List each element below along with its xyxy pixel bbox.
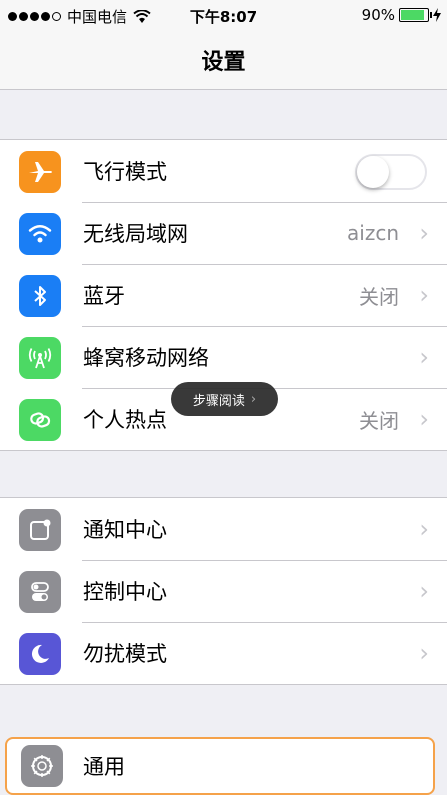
charging-bolt-icon <box>433 8 441 22</box>
navigation-bar: 设置 <box>0 30 447 90</box>
settings-row-label: 通用 <box>83 755 125 779</box>
battery-icon <box>399 8 432 22</box>
settings-row-cellular[interactable]: 蜂窝移动网络 › <box>0 326 447 388</box>
settings-row-do-not-disturb[interactable]: 勿扰模式 › <box>0 622 447 684</box>
settings-row-airplane-mode[interactable]: 飞行模式 <box>0 140 447 202</box>
chevron-right-icon: › <box>419 639 429 667</box>
notification-center-icon <box>19 509 61 551</box>
settings-row-label: 飞行模式 <box>83 160 167 184</box>
settings-row-notification-center[interactable]: 通知中心 › <box>0 498 447 560</box>
tooltip-text: 步骤阅读 <box>192 393 245 409</box>
settings-row-bluetooth[interactable]: 蓝牙 关闭 › <box>0 264 447 326</box>
status-bar: 中国电信 下午8:07 90% <box>0 0 447 30</box>
airplane-icon <box>19 151 61 193</box>
settings-row-label: 通知中心 <box>83 518 167 542</box>
status-right: 90% <box>362 6 441 24</box>
control-center-icon <box>19 571 61 613</box>
settings-row-label: 蜂窝移动网络 <box>83 346 209 370</box>
bluetooth-icon <box>19 275 61 317</box>
settings-row-label: 无线局域网 <box>83 222 188 246</box>
step-reading-tooltip[interactable]: 步骤阅读 › <box>171 382 278 416</box>
chevron-right-icon: › <box>419 577 429 605</box>
chevron-right-icon: › <box>419 219 429 247</box>
wifi-network-value: aizcn <box>347 221 399 245</box>
chevron-right-icon: › <box>419 343 429 371</box>
cellular-icon <box>19 337 61 379</box>
hotspot-icon <box>19 399 61 441</box>
hotspot-status-value: 关闭 <box>359 408 399 433</box>
settings-row-control-center[interactable]: 控制中心 › <box>0 560 447 622</box>
page-title: 设置 <box>201 49 246 75</box>
wifi-icon <box>19 213 61 255</box>
battery-percent: 90% <box>361 6 395 24</box>
moon-icon <box>19 633 61 675</box>
bluetooth-status-value: 关闭 <box>359 284 399 309</box>
settings-row-label: 个人热点 <box>83 408 167 432</box>
gear-icon <box>21 745 63 787</box>
settings-row-label: 蓝牙 <box>83 284 125 308</box>
settings-row-label: 勿扰模式 <box>83 642 167 666</box>
airplane-mode-toggle[interactable] <box>355 154 427 190</box>
chevron-right-icon: › <box>419 281 429 309</box>
chevron-right-icon: › <box>250 391 257 407</box>
settings-row-general[interactable]: 通用 <box>5 737 435 795</box>
chevron-right-icon: › <box>419 405 429 433</box>
chevron-right-icon: › <box>419 515 429 543</box>
settings-row-label: 控制中心 <box>83 580 167 604</box>
settings-group-system: 通知中心 › 控制中心 › 勿扰模式 › <box>0 497 447 685</box>
settings-row-wifi[interactable]: 无线局域网 aizcn › <box>0 202 447 264</box>
